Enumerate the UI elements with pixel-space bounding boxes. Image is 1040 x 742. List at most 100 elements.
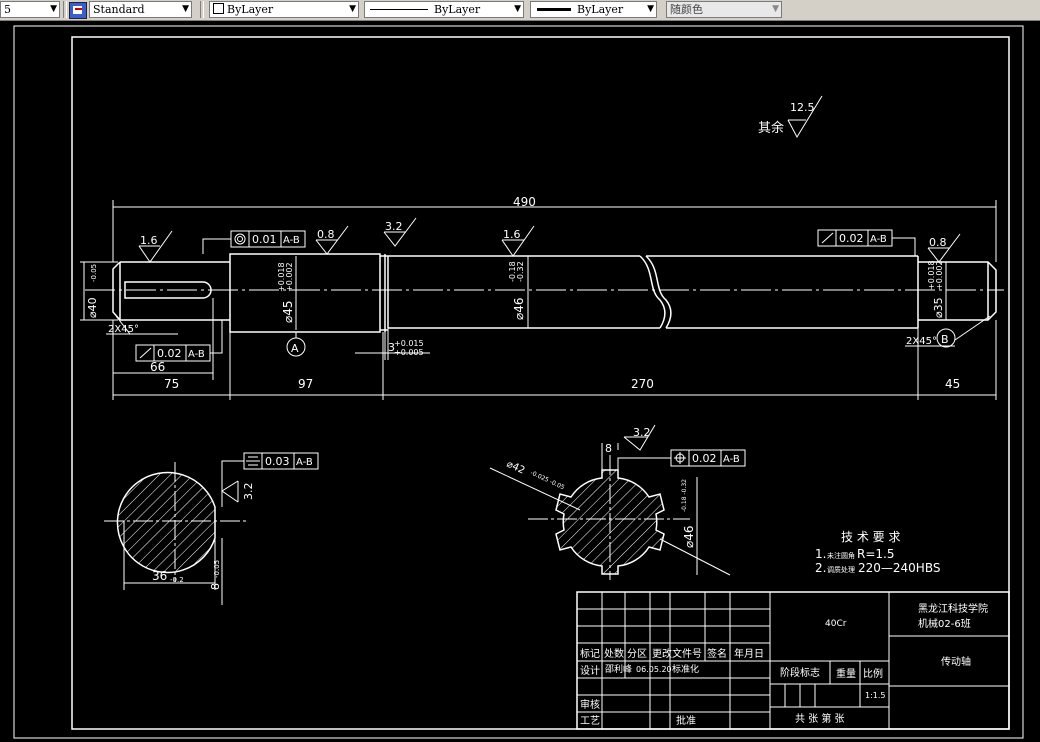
roughness-5: 0.8 [929,236,947,249]
tech-2-value: 220—240HBS [858,561,940,575]
dim-bottom-lines [112,298,997,400]
linetype-dropdown[interactable]: ByLayer ▼ [364,1,524,18]
tol-coax-ref: A-B [283,235,300,246]
dim-270: 270 [631,377,654,391]
tb-sheets: 共 张 第 张 [795,712,845,725]
color-dropdown[interactable]: 随颜色 ▼ [666,1,782,18]
sec-36: 36 [152,569,167,583]
roughness-3: 3.2 [385,220,403,233]
section-keyway [104,462,248,582]
tb-check: 审核 [580,698,600,711]
tb-hdr-date: 年月日 [734,647,764,660]
tb-process: 工艺 [580,715,600,727]
shaft-outline [112,253,997,333]
dim-dia35-tol-low: +0.002 [935,260,944,290]
linetype-value: ByLayer [434,3,481,16]
chevron-down-icon: ▼ [647,4,654,14]
dim-dia35: ⌀35 [932,297,945,318]
roughness-rest-value: 12.5 [790,101,815,114]
layer-dropdown[interactable]: ByLayer ▼ [209,1,359,18]
tb-design-date: 06.05.20 [636,665,672,674]
tol-runout-right-value: 0.02 [839,232,864,245]
dim-shoulder-tol-up: +0.015 [394,339,424,348]
tb-material: 40Cr [825,619,847,629]
tol-pos-value: 0.02 [692,452,717,465]
datum-a: A [291,342,299,355]
lineweight-sample-icon [537,8,571,11]
tech-1-label: 未注圆角 [827,551,855,560]
color-swatch-icon [213,3,224,14]
section-spline [528,455,690,580]
sec2-8: 8 [605,442,612,455]
toolbar-separator [63,1,67,18]
leading-value: 5 [4,3,11,16]
chevron-down-icon: ▼ [182,4,189,14]
properties-toolbar: 5 ▼ Standard ▼ ByLayer ▼ ByLayer ▼ ByLay… [0,0,1040,21]
dim-total: 490 [513,195,536,209]
tb-hdr-zone: 分区 [627,648,647,660]
text-style-icon[interactable] [69,2,87,19]
tol-pos-ref: A-B [723,454,740,465]
tol-runout-right-frame [817,229,916,256]
sec-8: 8 [209,583,222,590]
tech-1-prefix: 1. [815,547,826,561]
datum-b: B [941,333,949,346]
tb-approve: 批准 [676,714,696,727]
tol-runout-left-value: 0.02 [157,347,182,360]
text-style-value: Standard [93,3,145,16]
dim-shoulder-tol-low: +0.005 [394,348,424,357]
tb-hdr-sign: 签名 [707,647,727,660]
dim-dia40: ⌀40 [86,297,99,318]
roughness-rest-label: 其余 [758,120,784,136]
tb-hdr-docno: 更改文件号 [652,647,702,660]
tol-sym-ref: A-B [296,457,313,468]
dim-97: 97 [298,377,313,391]
tb-design: 设计 [580,664,600,677]
roughness-4: 1.6 [503,228,521,241]
sec-36-tol: -0.2 [170,576,184,584]
tech-2-prefix: 2. [815,561,826,575]
chevron-down-icon: ▼ [349,4,356,14]
tb-hdr-count: 处数 [604,647,624,660]
dim-dia46-tol-low: -0.32 [516,261,525,282]
chevron-down-icon: ▼ [772,4,779,14]
tech-2-label: 调质处理 [827,565,855,574]
color-value: 随颜色 [670,3,703,16]
chamfer-right: 2X45° [906,336,937,347]
dim-45: 45 [945,377,960,391]
tb-designer: 邵利峰 [605,663,632,675]
engineering-drawing: 其余 12.5 490 1.6 0.8 3.2 1.6 0.8 0.01 A-B… [13,25,1024,739]
dim-dia40-tol: -0.05 [90,264,98,282]
roughness-2: 0.8 [317,228,335,241]
leading-dropdown[interactable]: 5 ▼ [0,1,60,18]
dim-66: 66 [150,360,165,374]
roughness-6: 3.2 [242,483,255,501]
tb-hdr-mark: 标记 [580,648,600,660]
sec-8-tol: -0.05 [213,560,221,578]
inner-frame [71,36,1010,730]
tech-title: 技 术 要 求 [841,530,900,544]
tech-1-value: R=1.5 [857,547,894,561]
roughness-7: 3.2 [633,426,651,439]
dim-75: 75 [164,377,179,391]
toolbar-separator [200,1,204,18]
lineweight-value: ByLayer [577,3,624,16]
tb-part-name: 传动轴 [941,655,971,668]
sec2-dia46-tol: -0.18 -0.32 [681,479,688,512]
tb-scale-label: 比例 [863,667,883,680]
tb-school: 黑龙江科技学院 [918,602,988,615]
tb-stage: 阶段标志 [780,666,820,679]
text-style-dropdown[interactable]: Standard ▼ [89,1,192,18]
drawing-canvas[interactable]: 其余 12.5 490 1.6 0.8 3.2 1.6 0.8 0.01 A-B… [0,21,1040,742]
dim-dia45-tol-low: +0.002 [285,262,294,292]
lineweight-dropdown[interactable]: ByLayer ▼ [530,1,657,18]
layer-value: ByLayer [227,3,274,16]
sec2-dia46: ⌀46 [682,526,696,549]
dim-dia46: ⌀46 [512,298,526,321]
tol-coax-value: 0.01 [252,233,277,246]
chevron-down-icon: ▼ [50,4,57,14]
tol-sym-value: 0.03 [265,455,290,468]
sec2-dia42: ⌀42 [505,459,527,477]
chevron-down-icon: ▼ [514,4,521,14]
tb-standardize: 标准化 [672,663,699,675]
